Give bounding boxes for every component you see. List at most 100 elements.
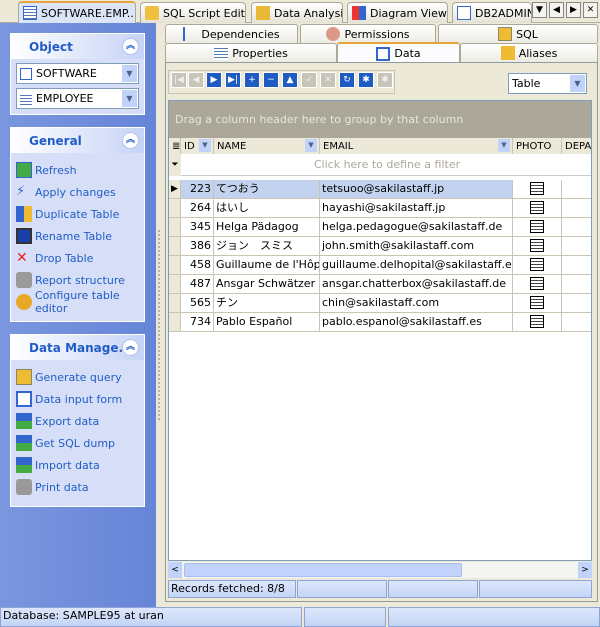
cell-department[interactable] <box>562 237 591 256</box>
cell-photo[interactable] <box>513 256 562 275</box>
last-record-button[interactable]: ▶| <box>225 72 241 88</box>
import-data-link[interactable]: Import data <box>11 454 144 476</box>
table-select[interactable]: EMPLOYEE ▼ <box>16 88 139 109</box>
column-header-photo[interactable]: PHOTO <box>513 138 562 154</box>
cell-department[interactable] <box>562 313 591 332</box>
chevron-down-icon[interactable]: ▼ <box>570 75 585 92</box>
filter-icon[interactable]: ⏷ <box>169 154 181 176</box>
chevron-down-icon[interactable]: ▼ <box>199 139 211 152</box>
general-panel-header[interactable]: General ︽ <box>11 128 144 153</box>
cell-department[interactable] <box>562 275 591 294</box>
cell-photo[interactable] <box>513 275 562 294</box>
tab-permissions[interactable]: Permissions <box>300 24 436 43</box>
cell-name[interactable]: Pablo Español <box>214 313 320 332</box>
column-header-email[interactable]: EMAIL ▼ <box>320 138 513 154</box>
column-header-id[interactable]: ID ▼ <box>181 138 214 154</box>
tab-software-employee[interactable]: SOFTWARE.EMP... <box>18 1 136 23</box>
tab-data-analysis[interactable]: Data Analysis <box>251 2 343 23</box>
table-row[interactable]: 345 Helga Pädagog helga.pedagogue@sakilast… <box>169 218 591 237</box>
cell-name[interactable]: てつおう <box>214 180 320 199</box>
cell-department[interactable] <box>562 199 591 218</box>
cell-name[interactable]: ジョン スミス <box>214 237 320 256</box>
tab-db2admin[interactable]: DB2ADMIN <box>452 2 532 23</box>
cell-id[interactable]: 264 <box>181 199 214 218</box>
first-record-button[interactable]: |◀ <box>171 72 187 88</box>
get-sql-dump-link[interactable]: Get SQL dump <box>11 432 144 454</box>
cell-email[interactable]: guillaume.delhopital@sakilastaff.es <box>320 256 513 275</box>
apply-changes-link[interactable]: ⚡ Apply changes <box>11 181 144 203</box>
tab-aliases[interactable]: Aliases <box>460 43 598 62</box>
collapse-icon[interactable]: ︽ <box>122 339 139 356</box>
collapse-icon[interactable]: ︽ <box>122 132 139 149</box>
row-indicator[interactable] <box>169 275 181 294</box>
cell-id[interactable]: 223 <box>181 180 214 199</box>
cell-department[interactable] <box>562 294 591 313</box>
prior-record-button[interactable]: ◀ <box>188 72 204 88</box>
tab-sql[interactable]: SQL <box>438 24 598 43</box>
cell-email[interactable]: helga.pedagogue@sakilastaff.de <box>320 218 513 237</box>
tab-sql-script-editor[interactable]: SQL Script Editor <box>140 2 246 23</box>
scrollbar-thumb[interactable] <box>184 563 462 577</box>
delete-record-button[interactable]: − <box>263 72 279 88</box>
tab-dependencies[interactable]: Dependencies <box>165 24 298 43</box>
horizontal-scrollbar[interactable]: < > <box>168 562 592 578</box>
column-header-name[interactable]: NAME ▼ <box>214 138 320 154</box>
cell-photo[interactable] <box>513 199 562 218</box>
row-indicator[interactable] <box>169 313 181 332</box>
scroll-tabs-right-button[interactable]: ▶ <box>566 2 581 18</box>
data-input-form-link[interactable]: Data input form <box>11 388 144 410</box>
cell-photo[interactable] <box>513 294 562 313</box>
cell-photo[interactable] <box>513 180 562 199</box>
row-indicator[interactable] <box>169 199 181 218</box>
cell-name[interactable]: はいし <box>214 199 320 218</box>
group-by-panel[interactable]: Drag a column header here to group by th… <box>169 101 591 138</box>
configure-table-editor-link[interactable]: Configure table editor <box>11 289 144 315</box>
cell-photo[interactable] <box>513 218 562 237</box>
cell-department[interactable] <box>562 180 591 199</box>
cell-id[interactable]: 386 <box>181 237 214 256</box>
cell-email[interactable]: tetsuoo@sakilastaff.jp <box>320 180 513 199</box>
cell-photo[interactable] <box>513 237 562 256</box>
cell-id[interactable]: 565 <box>181 294 214 313</box>
print-data-link[interactable]: Print data <box>11 476 144 498</box>
chevron-down-icon[interactable]: ▼ <box>498 139 510 152</box>
cell-name[interactable]: チン <box>214 294 320 313</box>
clear-filter-button[interactable]: ✱ <box>377 72 393 88</box>
table-row[interactable]: 565 チン chin@sakilastaff.com <box>169 294 591 313</box>
generate-query-link[interactable]: Generate query <box>11 366 144 388</box>
post-edit-button[interactable]: ✓ <box>301 72 317 88</box>
next-record-button[interactable]: ▶ <box>206 72 222 88</box>
rename-table-link[interactable]: Rename Table <box>11 225 144 247</box>
duplicate-table-link[interactable]: Duplicate Table <box>11 203 144 225</box>
cell-department[interactable] <box>562 218 591 237</box>
cell-id[interactable]: 345 <box>181 218 214 237</box>
chevron-down-icon[interactable]: ▼ <box>122 90 137 107</box>
data-management-panel-header[interactable]: Data Manage... ︽ <box>11 335 144 360</box>
cell-name[interactable]: Ansgar Schwätzer <box>214 275 320 294</box>
table-row[interactable]: 458Guillaume de l'Hôpitalguillaume.delho… <box>169 256 591 275</box>
filter-row[interactable]: Click here to define a filter <box>181 154 591 176</box>
cell-email[interactable]: ansgar.chatterbox@sakilastaff.de <box>320 275 513 294</box>
table-row[interactable]: 734 Pablo Español pablo.espanol@sakilastaf… <box>169 313 591 332</box>
row-indicator[interactable] <box>169 294 181 313</box>
table-row[interactable]: 386 ジョン スミス john.smith@sakilastaff.com <box>169 237 591 256</box>
scroll-right-button[interactable]: > <box>578 562 592 578</box>
scroll-tabs-left-button[interactable]: ◀ <box>549 2 564 18</box>
refresh-link[interactable]: Refresh <box>11 159 144 181</box>
tab-diagram-viewer[interactable]: Diagram Viewer <box>347 2 448 23</box>
chevron-down-icon[interactable]: ▼ <box>305 139 317 152</box>
close-tab-button[interactable]: ✕ <box>583 2 598 18</box>
schema-select[interactable]: SOFTWARE ▼ <box>16 63 139 84</box>
set-filter-button[interactable]: ✱ <box>358 72 374 88</box>
table-row[interactable]: 487 Ansgar Schwätzer ansgar.chatterbox@sak… <box>169 275 591 294</box>
insert-record-button[interactable]: + <box>244 72 260 88</box>
row-indicator[interactable]: ▶ <box>169 180 181 199</box>
edit-record-button[interactable]: ▲ <box>282 72 298 88</box>
cell-email[interactable]: chin@sakilastaff.com <box>320 294 513 313</box>
cancel-edit-button[interactable]: ✕ <box>320 72 336 88</box>
cell-department[interactable] <box>562 256 591 275</box>
cell-id[interactable]: 487 <box>181 275 214 294</box>
column-header-department[interactable]: DEPAI <box>562 138 591 154</box>
view-mode-select[interactable]: Table ▼ <box>508 73 587 94</box>
refresh-button[interactable]: ↻ <box>339 72 355 88</box>
